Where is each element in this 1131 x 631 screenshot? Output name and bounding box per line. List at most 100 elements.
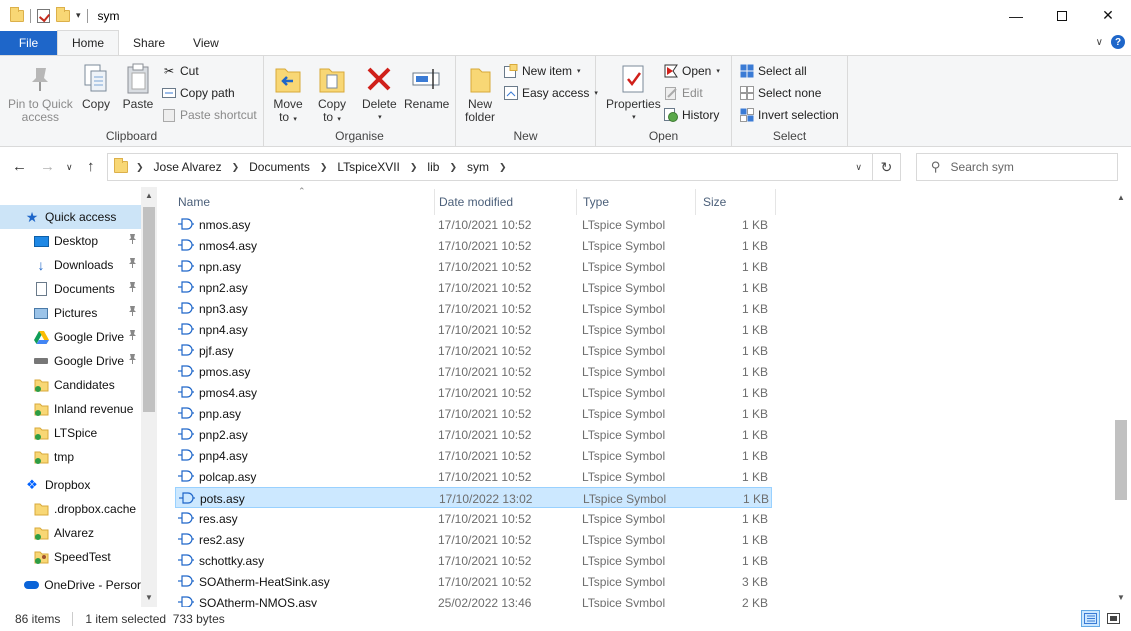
breadcrumb-chevron-icon[interactable]: ❯ (320, 162, 328, 173)
file-row[interactable]: pots.asy 17/10/2022 13:02 LTspice Symbol 1 … (175, 487, 772, 508)
close-button[interactable]: ✕ (1085, 0, 1131, 31)
customize-toolbar-icon[interactable]: ▾ (76, 10, 81, 21)
tab-home[interactable]: Home (57, 30, 120, 55)
expand-ribbon-icon[interactable]: ∨ (1096, 37, 1103, 48)
recent-locations-chevron-icon[interactable]: ∨ (66, 162, 73, 173)
move-to-button[interactable]: Move to ▾ (272, 62, 304, 126)
breadcrumb-chevron-icon[interactable]: ❯ (232, 162, 240, 173)
breadcrumb-chevron-icon[interactable]: ❯ (410, 162, 418, 173)
nav-item[interactable]: OneDrive - Persor (0, 573, 141, 597)
file-row[interactable]: npn3.asy 17/10/2021 10:52 LTspice Symbol 1 … (175, 298, 772, 319)
breadcrumb-item[interactable]: sym ❯ (467, 160, 517, 174)
new-folder-button[interactable]: New folder (464, 62, 496, 124)
up-arrow-icon[interactable]: ↑ (87, 158, 95, 175)
file-row[interactable]: schottky.asy 17/10/2021 10:52 LTspice Symb… (175, 550, 772, 571)
new-item-button[interactable]: New item ▾ (504, 62, 581, 80)
open-button[interactable]: Open ▾ (664, 62, 720, 80)
rename-button[interactable]: Rename (404, 62, 449, 111)
file-row[interactable]: pnp2.asy 17/10/2021 10:52 LTspice Symbol 1 … (175, 424, 772, 445)
nav-item[interactable]: Google Drive (0, 349, 141, 373)
minimize-button[interactable]: — (993, 0, 1039, 31)
column-size[interactable]: Size (703, 195, 726, 209)
copy-path-button[interactable]: Copy path (162, 84, 235, 102)
breadcrumb-chevron-icon[interactable]: ❯ (499, 162, 507, 173)
file-row[interactable]: SOAtherm-HeatSink.asy 17/10/2021 10:52 LTs… (175, 571, 772, 592)
file-row[interactable]: npn.asy 17/10/2021 10:52 LTspice Symbol 1 K… (175, 256, 772, 277)
breadcrumb-chevron-icon[interactable]: ❯ (449, 162, 457, 173)
cut-button[interactable]: ✂ Cut (162, 62, 199, 80)
breadcrumb-item[interactable]: lib ❯ (427, 160, 467, 174)
forward-arrow-icon[interactable]: → (40, 158, 55, 175)
details-view-icon[interactable] (1081, 610, 1100, 627)
file-row[interactable]: SOAtherm-NMOS.asy 25/02/2022 13:46 LTspice… (175, 592, 772, 607)
select-none-button[interactable]: Select none (740, 84, 821, 102)
edit-button[interactable]: Edit (664, 84, 703, 102)
scroll-up-icon[interactable]: ▲ (1117, 193, 1125, 202)
paste-button[interactable]: Paste (122, 62, 154, 111)
nav-scroll-thumb[interactable] (143, 207, 155, 412)
paste-shortcut-button[interactable]: Paste shortcut (162, 106, 257, 124)
file-row[interactable]: pmos.asy 17/10/2021 10:52 LTspice Symbol 1 … (175, 361, 772, 382)
copy-button[interactable]: Copy (80, 62, 112, 111)
breadcrumb-item[interactable]: Jose Alvarez ❯ (154, 160, 250, 174)
nav-item[interactable]: Candidates (0, 373, 141, 397)
file-row[interactable]: npn4.asy 17/10/2021 10:52 LTspice Symbol 1 … (175, 319, 772, 340)
address-dropdown-icon[interactable]: ∨ (855, 162, 862, 173)
column-date-modified[interactable]: Date modified (439, 195, 513, 209)
nav-item[interactable]: SpeedTest (0, 545, 141, 569)
nav-item[interactable]: Documents (0, 277, 141, 301)
nav-item[interactable]: ↓ Downloads (0, 253, 141, 277)
nav-item[interactable]: tmp (0, 445, 141, 469)
file-row[interactable]: pnp4.asy 17/10/2021 10:52 LTspice Symbol 1 … (175, 445, 772, 466)
breadcrumb-item[interactable]: LTspiceXVII ❯ (337, 160, 427, 174)
scroll-down-icon[interactable]: ▼ (145, 593, 153, 602)
nav-item[interactable]: Desktop (0, 229, 141, 253)
history-button[interactable]: History (664, 106, 719, 124)
file-row[interactable]: pjf.asy 17/10/2021 10:52 LTspice Symbol 1 K… (175, 340, 772, 361)
delete-button[interactable]: Delete ▾ (362, 62, 397, 124)
file-list-scroll-thumb[interactable] (1115, 420, 1127, 500)
file-row[interactable]: nmos4.asy 17/10/2021 10:52 LTspice Symbol 1… (175, 235, 772, 256)
column-type[interactable]: Type (583, 195, 609, 209)
back-arrow-icon[interactable]: ← (12, 158, 27, 175)
nav-item[interactable]: Alvarez (0, 521, 141, 545)
column-name[interactable]: Name (178, 195, 210, 209)
scroll-up-icon[interactable]: ▲ (145, 191, 153, 200)
tab-view[interactable]: View (179, 31, 233, 55)
address-bar[interactable]: ❯ Jose Alvarez ❯ Documents ❯ LTspiceXVII ❯ … (107, 153, 901, 181)
nav-scrollbar[interactable]: ▲ ▼ (141, 187, 157, 607)
help-icon[interactable]: ? (1111, 35, 1125, 49)
properties-button[interactable]: Properties ▾ (606, 62, 661, 124)
file-row[interactable]: pnp.asy 17/10/2021 10:52 LTspice Symbol 1 K… (175, 403, 772, 424)
select-all-button[interactable]: Select all (740, 62, 807, 80)
scroll-down-icon[interactable]: ▼ (1117, 593, 1125, 602)
file-row[interactable]: res2.asy 17/10/2021 10:52 LTspice Symbol 1 … (175, 529, 772, 550)
maximize-button[interactable] (1039, 0, 1085, 31)
breadcrumb-item[interactable]: Documents ❯ (249, 160, 337, 174)
pin-to-quick-access-button[interactable]: Pin to Quick access (8, 62, 73, 124)
large-icons-view-icon[interactable] (1104, 610, 1123, 627)
search-input[interactable]: ⚲ Search sym (916, 153, 1118, 181)
tab-file[interactable]: File (0, 31, 57, 55)
file-row[interactable]: npn2.asy 17/10/2021 10:52 LTspice Symbol 1 … (175, 277, 772, 298)
properties-check-icon[interactable] (37, 8, 50, 23)
file-row[interactable]: res.asy 17/10/2021 10:52 LTspice Symbol 1 K… (175, 508, 772, 529)
easy-access-button[interactable]: Easy access ▾ (504, 84, 598, 102)
new-folder-icon[interactable] (56, 6, 70, 22)
file-row[interactable]: pmos4.asy 17/10/2021 10:52 LTspice Symbol 1… (175, 382, 772, 403)
copy-to-button[interactable]: Copy to ▾ (316, 62, 348, 126)
nav-item[interactable]: .dropbox.cache (0, 497, 141, 521)
file-list-scrollbar[interactable]: ▲ ▼ (1113, 187, 1130, 607)
tab-share[interactable]: Share (119, 31, 179, 55)
nav-item[interactable]: Pictures (0, 301, 141, 325)
nav-item[interactable]: Google Drive (0, 325, 141, 349)
invert-selection-button[interactable]: Invert selection (740, 106, 839, 124)
nav-item[interactable]: ❖ Dropbox (0, 473, 141, 497)
refresh-icon[interactable]: ↻ (872, 154, 900, 180)
file-row[interactable]: nmos.asy 17/10/2021 10:52 LTspice Symbol 1 … (175, 214, 772, 235)
nav-item[interactable]: LTSpice (0, 421, 141, 445)
file-row[interactable]: polcap.asy 17/10/2021 10:52 LTspice Symbol… (175, 466, 772, 487)
nav-item[interactable]: Inland revenue (0, 397, 141, 421)
breadcrumb-chevron-icon[interactable]: ❯ (136, 162, 144, 173)
nav-item[interactable]: ★ Quick access (0, 205, 141, 229)
